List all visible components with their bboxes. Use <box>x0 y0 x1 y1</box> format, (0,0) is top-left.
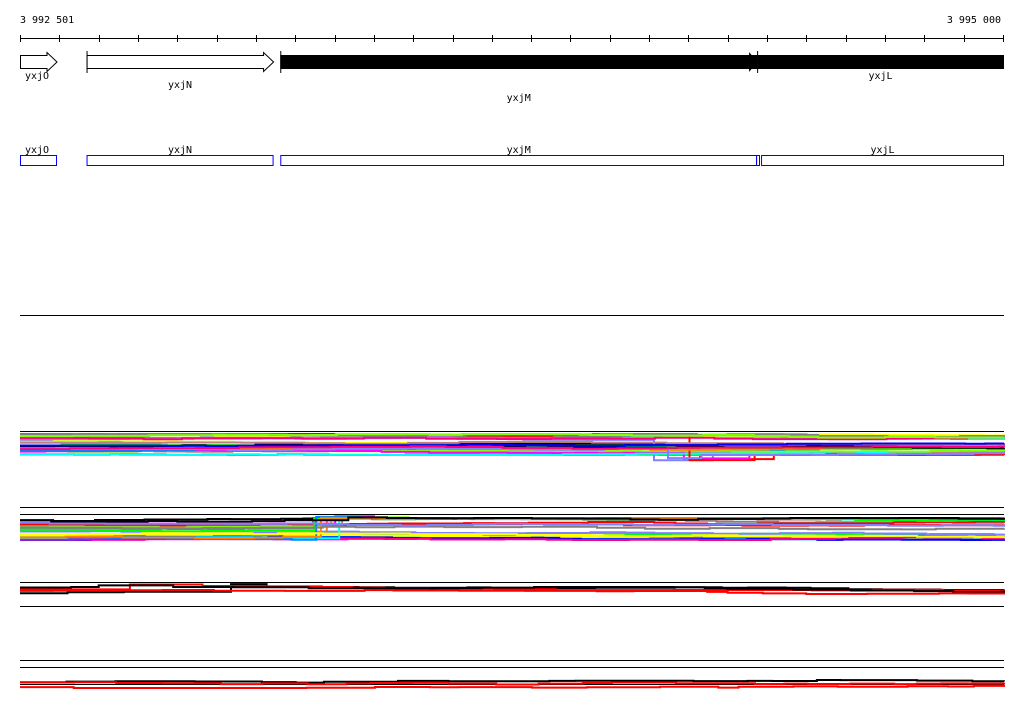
annotation-label: yxjN <box>168 145 192 156</box>
coordinate-ruler <box>20 35 1004 42</box>
gene-label: yxjM <box>507 93 531 104</box>
gene-yxjO <box>20 51 58 73</box>
annotation-box-gap <box>756 155 760 166</box>
gene-yxjM <box>280 55 758 69</box>
annotation-track: yxjO yxjN yxjM yxjL <box>20 145 1005 166</box>
annotation-box-yxjO <box>20 155 58 166</box>
gene-track: yxjO yxjN yxjM yxjL <box>20 51 1004 104</box>
signal-tracks <box>20 431 1005 689</box>
ruler-start-label: 3 992 501 <box>20 15 74 26</box>
gene-label: yxjN <box>168 80 192 91</box>
annotation-label: yxjL <box>870 145 894 156</box>
ruler-end-label: 3 995 000 <box>947 15 1001 26</box>
annotation-box-yxjM <box>280 155 758 166</box>
annotation-label: yxjO <box>25 145 49 156</box>
genome-browser-canvas: 3 992 501 3 995 000 yxjO yxjN yxjM yxjL yxj… <box>20 15 1005 689</box>
annotation-label: yxjM <box>507 145 531 156</box>
gene-yxjL <box>757 55 1004 69</box>
annotation-box-yxjN <box>86 155 274 166</box>
gene-label: yxjL <box>869 71 893 82</box>
gene-label: yxjO <box>25 71 49 82</box>
annotation-box-yxjL <box>761 155 1005 166</box>
gene-yxjN <box>86 51 275 73</box>
strand-pair-2-lane <box>20 681 1005 686</box>
